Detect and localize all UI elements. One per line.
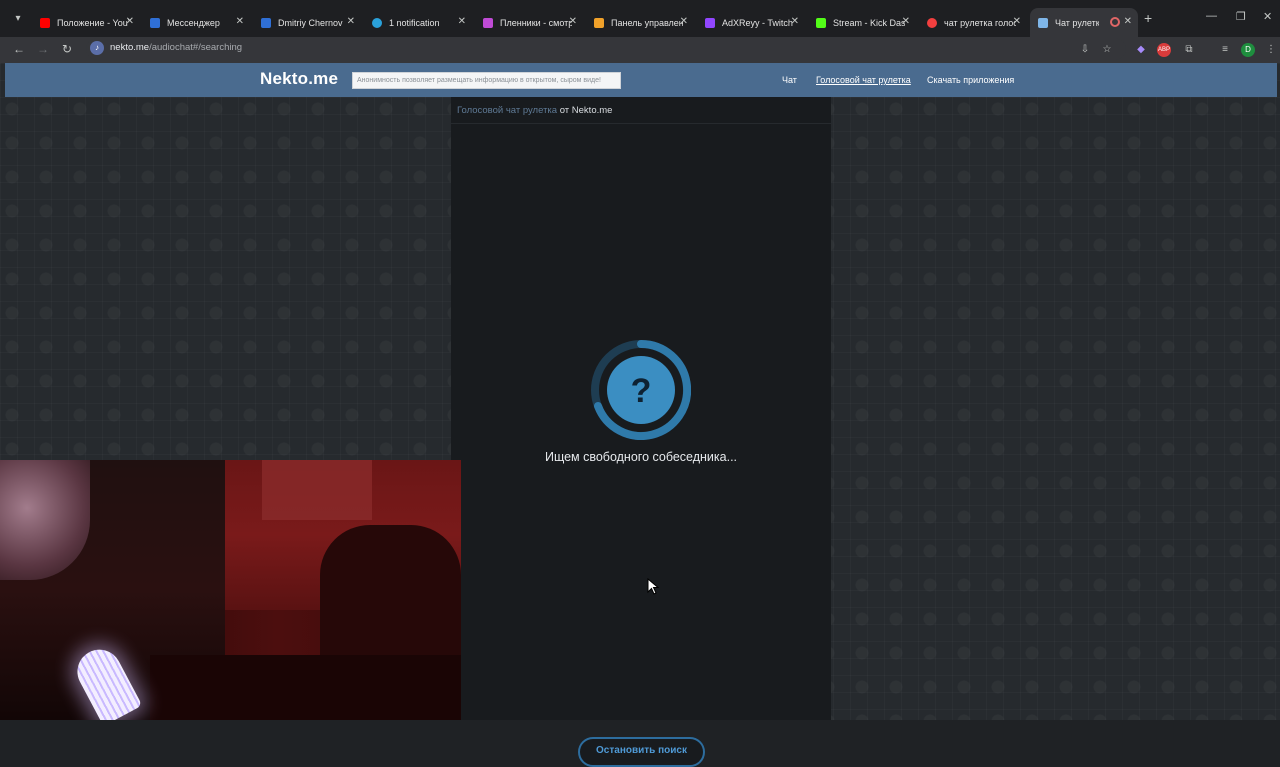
tab-search-icon[interactable]: ▾ xyxy=(10,11,26,27)
site-header: Nekto.me Анонимность позволяет размещать… xyxy=(5,63,1277,97)
telegram-icon xyxy=(372,17,382,28)
tab-title: Пленники - смотреть xyxy=(500,17,572,28)
searching-spinner: ? xyxy=(591,340,691,440)
restore-icon[interactable]: ❐ xyxy=(1236,10,1246,23)
close-tab-icon[interactable]: ✕ xyxy=(126,16,134,27)
close-window-icon[interactable]: ✕ xyxy=(1263,10,1272,23)
bookmark-star-icon[interactable]: ☆ xyxy=(1100,43,1114,57)
browser-tab[interactable]: Панель управления ✕ xyxy=(586,8,694,37)
browser-tab[interactable]: AdXReyy - Twitch ✕ xyxy=(697,8,805,37)
browser-tab[interactable]: чат рулетка голосовой ✕ xyxy=(919,8,1027,37)
donation-panel-icon xyxy=(594,17,604,28)
nav-download-apps[interactable]: Скачать приложения xyxy=(927,75,1014,85)
browser-tab[interactable]: Мессенджер ✕ xyxy=(142,8,250,37)
youtube-icon xyxy=(40,17,50,28)
webcam-overlay xyxy=(0,460,461,720)
tab-title: AdXReyy - Twitch xyxy=(722,17,793,28)
adblock-icon[interactable]: ABP xyxy=(1157,43,1171,57)
address-bar[interactable]: ♪ nekto.me/audiochat#/searching xyxy=(86,38,1126,60)
video-site-icon xyxy=(483,17,493,28)
breadcrumb-link[interactable]: Голосовой чат рулетка xyxy=(457,105,557,116)
webcam-poster xyxy=(262,460,372,520)
forward-icon[interactable]: → xyxy=(34,40,52,58)
nekto-icon xyxy=(1038,17,1048,28)
extension-icon[interactable]: ◆ xyxy=(1134,43,1148,57)
microphone-in-use-icon[interactable]: ♪ xyxy=(90,41,104,55)
new-tab-icon[interactable]: + xyxy=(1144,10,1152,26)
url-text[interactable]: nekto.me/audiochat#/searching xyxy=(110,42,242,53)
tab-title: Положение - YouTube xyxy=(57,17,129,28)
browser-tab[interactable]: Stream - Kick Dashboard ✕ xyxy=(808,8,916,37)
site-slogan: Анонимность позволяет размещать информац… xyxy=(352,72,621,89)
twitch-icon xyxy=(705,17,715,28)
minimize-icon[interactable]: — xyxy=(1206,10,1217,22)
nav-chat[interactable]: Чат xyxy=(782,75,797,85)
browser-tab[interactable]: Положение - YouTube ✕ xyxy=(32,8,140,37)
messenger-icon xyxy=(150,17,160,28)
browser-tab[interactable]: Dmitriy Chernov ✕ xyxy=(253,8,361,37)
reload-icon[interactable]: ↻ xyxy=(58,40,76,58)
browser-tab-active[interactable]: Чат рулетка ✕ xyxy=(1030,8,1138,37)
close-tab-icon[interactable]: ✕ xyxy=(569,16,577,27)
close-tab-icon[interactable]: ✕ xyxy=(458,16,466,27)
voice-chat-panel: Голосовой чат рулетка от Nekto.me ? Ищем… xyxy=(451,97,831,767)
close-tab-icon[interactable]: ✕ xyxy=(791,16,799,27)
search-status-text: Ищем свободного собеседника... xyxy=(544,450,738,464)
browser-tab[interactable]: 1 notification ✕ xyxy=(364,8,472,37)
close-tab-icon[interactable]: ✕ xyxy=(236,16,244,27)
tab-title: Панель управления xyxy=(611,17,683,28)
close-tab-icon[interactable]: ✕ xyxy=(1013,16,1021,27)
url-path: /audiochat#/searching xyxy=(149,42,243,53)
breadcrumb: Голосовой чат рулетка от Nekto.me xyxy=(457,105,612,116)
question-mark-glyph: ? xyxy=(631,372,652,410)
kick-icon xyxy=(816,17,826,28)
tab-title: 1 notification xyxy=(389,17,440,28)
mouse-cursor-icon xyxy=(647,578,660,595)
tab-title: Чат рулетка xyxy=(1055,17,1099,28)
yandex-icon xyxy=(927,17,937,28)
browser-tab-strip: ▾ Положение - YouTube ✕ Мессенджер ✕ Dmi… xyxy=(0,0,1280,37)
nav-voice-roulette[interactable]: Голосовой чат рулетка xyxy=(816,75,911,85)
close-tab-icon[interactable]: ✕ xyxy=(902,16,910,27)
extensions-puzzle-icon[interactable]: ⧉ xyxy=(1182,43,1196,57)
browser-menu-icon[interactable]: ⋮ xyxy=(1264,43,1278,57)
browser-tab[interactable]: Пленники - смотреть ✕ xyxy=(475,8,583,37)
site-logo[interactable]: Nekto.me xyxy=(260,69,338,89)
tab-title: Stream - Kick Dashboard xyxy=(833,17,905,28)
webcam-desk xyxy=(150,655,461,720)
tab-title: Dmitriy Chernov xyxy=(278,17,343,28)
back-icon[interactable]: ← xyxy=(10,40,28,58)
stop-search-button[interactable]: Остановить поиск xyxy=(578,737,705,767)
profile-avatar[interactable]: D xyxy=(1241,43,1255,57)
divider xyxy=(451,123,831,124)
install-app-icon[interactable]: ⇩ xyxy=(1078,43,1092,57)
close-tab-icon[interactable]: ✕ xyxy=(1124,16,1132,27)
breadcrumb-suffix: от Nekto.me xyxy=(559,105,613,116)
vk-icon xyxy=(261,17,271,28)
recording-indicator-icon xyxy=(1110,17,1120,27)
url-host: nekto.me xyxy=(110,42,150,53)
reading-list-icon[interactable]: ≡ xyxy=(1218,43,1232,57)
close-tab-icon[interactable]: ✕ xyxy=(347,16,355,27)
tab-title: Мессенджер xyxy=(167,17,220,28)
browser-toolbar: ← → ↻ ♪ nekto.me/audiochat#/searching ⇩ … xyxy=(0,37,1280,63)
tab-title: чат рулетка голосовой xyxy=(944,17,1016,28)
close-tab-icon[interactable]: ✕ xyxy=(680,16,688,27)
